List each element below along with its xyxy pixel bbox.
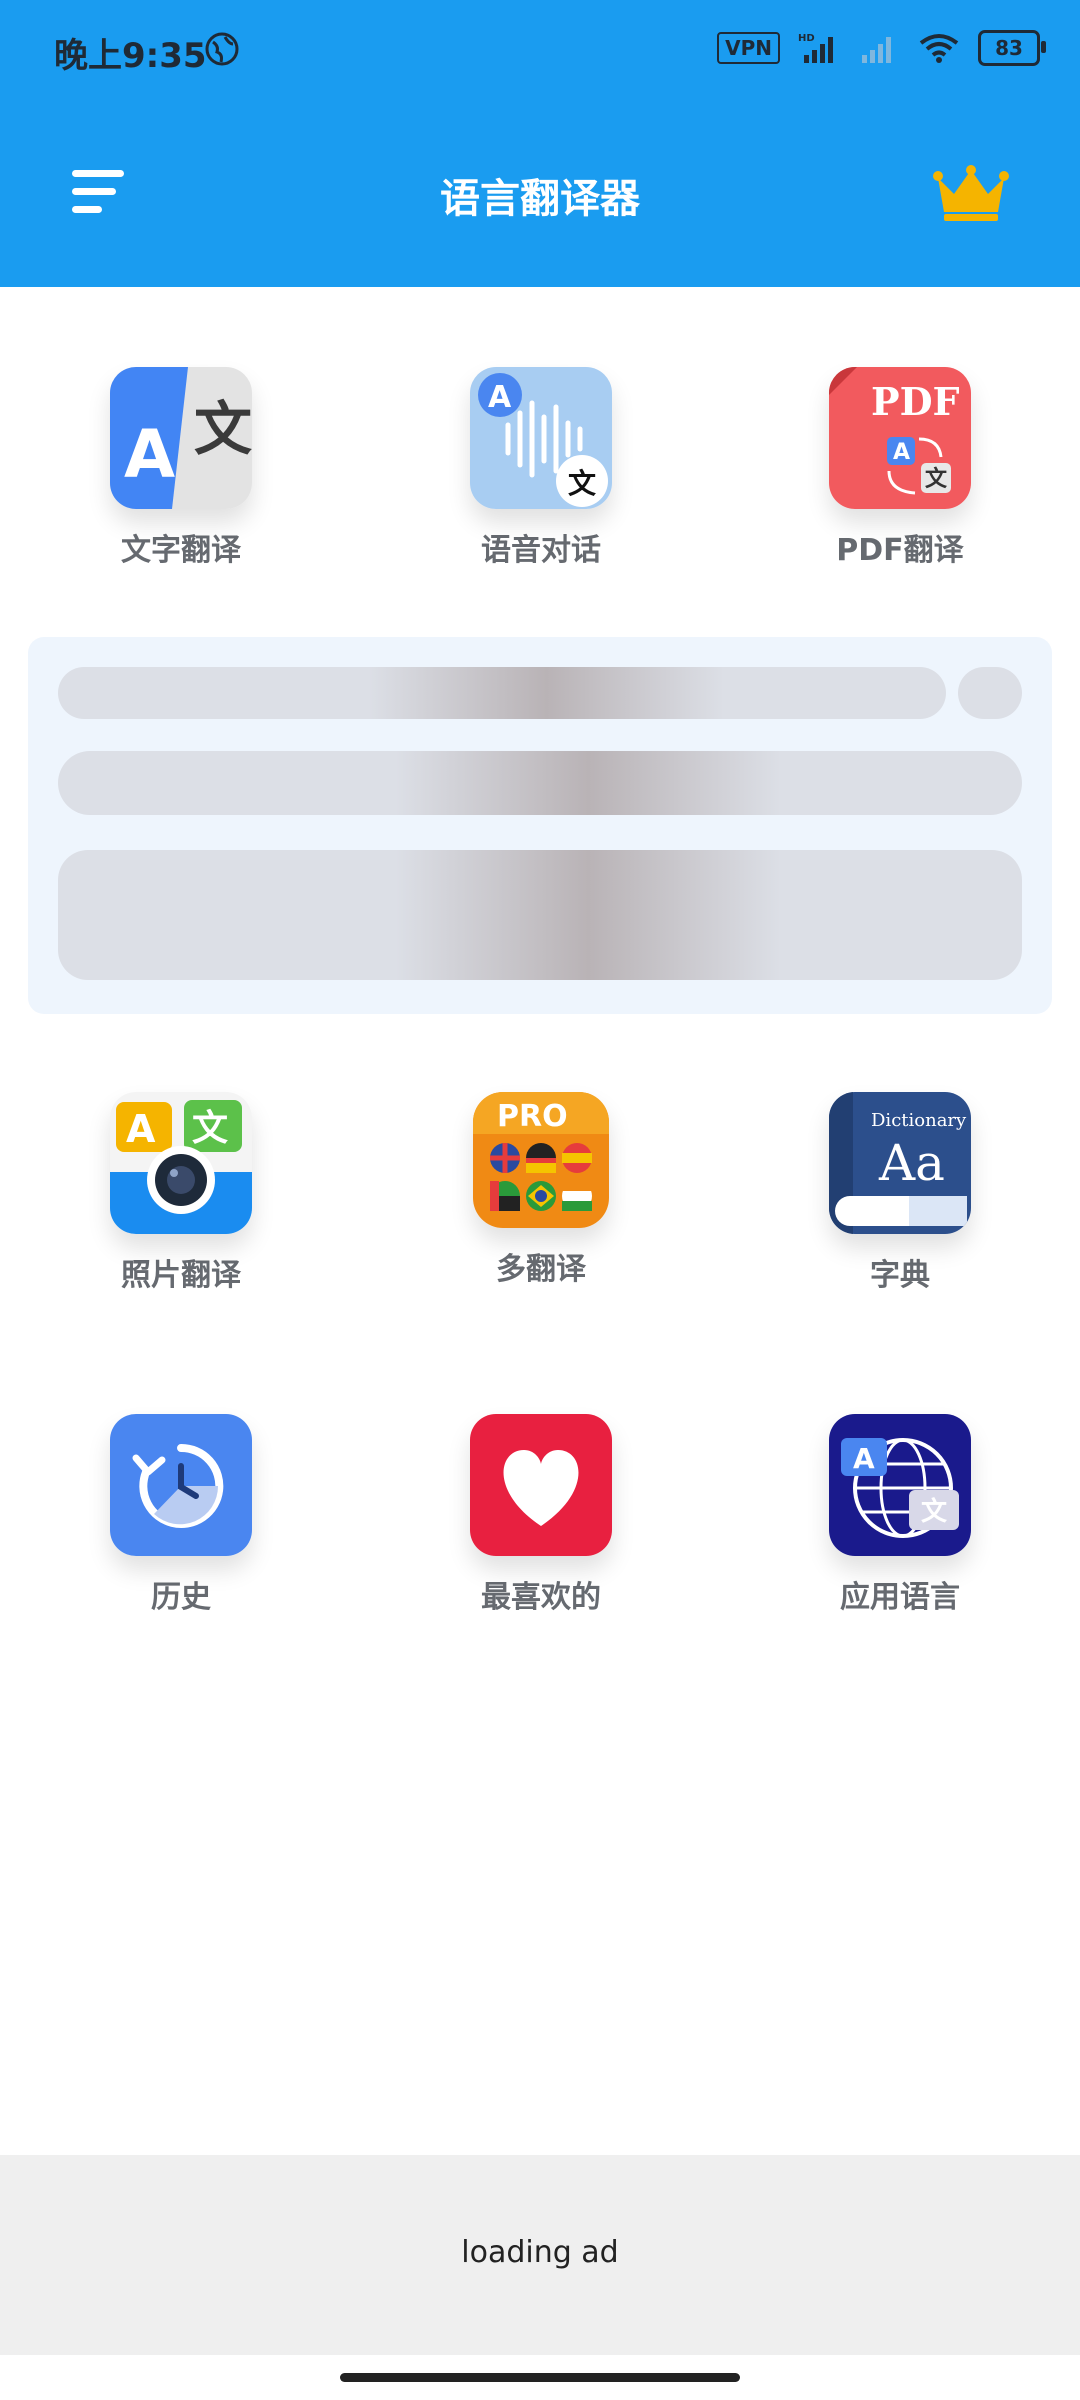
feature-photo-translate[interactable]: A 文 照片翻译 <box>61 1092 301 1294</box>
feature-multi-translate[interactable]: PRO 多翻译 <box>421 1092 661 1288</box>
icon-letter-a: A <box>124 416 175 493</box>
heart-icon <box>470 1414 612 1556</box>
feature-label: 应用语言 <box>840 1580 960 1615</box>
icon-aa-text: Aa <box>878 1134 945 1192</box>
loading-placeholder <box>28 637 1052 1014</box>
page-title: 语言翻译器 <box>440 176 640 222</box>
skeleton-block <box>58 850 1022 980</box>
vpn-badge: VPN <box>717 32 780 64</box>
icon-letter-wen: 文 <box>568 467 596 500</box>
pdf-translate-icon: PDF A 文 <box>829 367 971 509</box>
app-header: 晚上9:35 VPN HD 83 语言翻译器 <box>0 0 1080 287</box>
text-translate-icon: A 文 <box>110 367 252 509</box>
skeleton-dot <box>958 667 1022 719</box>
feature-voice-chat[interactable]: A 文 语音对话 <box>421 367 661 569</box>
crown-icon[interactable] <box>932 164 1010 222</box>
feature-label: PDF翻译 <box>836 533 964 568</box>
voice-chat-icon: A 文 <box>470 367 612 509</box>
feature-app-language[interactable]: A 文 应用语言 <box>780 1414 1020 1616</box>
icon-letter-a: A <box>488 380 512 415</box>
ad-loading-text: loading ad <box>461 2235 619 2270</box>
feature-label: 最喜欢的 <box>481 1580 601 1615</box>
icon-dictionary-word: Dictionary <box>871 1110 967 1131</box>
home-indicator[interactable] <box>340 2373 740 2382</box>
icon-letter-wen: 文 <box>194 395 252 463</box>
status-icons: VPN HD 83 <box>717 30 1046 66</box>
signal-hd-icon: HD <box>798 33 833 63</box>
feature-dictionary[interactable]: Dictionary Aa 字典 <box>780 1092 1020 1294</box>
feature-label: 字典 <box>870 1258 930 1293</box>
svg-text:HD: HD <box>798 33 815 44</box>
feature-history[interactable]: 历史 <box>61 1414 301 1616</box>
icon-pdf-text: PDF <box>871 379 960 424</box>
icon-letter-wen: 文 <box>921 1496 948 1527</box>
ad-banner[interactable]: loading ad <box>0 2155 1080 2355</box>
feature-label: 文字翻译 <box>121 533 241 568</box>
icon-letter-a: A <box>126 1107 156 1151</box>
signal-empty-icon <box>862 37 891 63</box>
wifi-icon <box>919 34 959 63</box>
icon-letter-wen: 文 <box>925 466 948 492</box>
multi-translate-icon: PRO <box>473 1092 609 1228</box>
battery-icon: 83 <box>978 30 1046 66</box>
feature-label: 多翻译 <box>496 1252 586 1287</box>
icon-pro-text: PRO <box>497 1099 568 1134</box>
feature-label: 历史 <box>151 1580 211 1615</box>
icon-letter-wen: 文 <box>192 1108 228 1149</box>
icon-letter-a: A <box>853 1442 875 1475</box>
feature-label: 语音对话 <box>481 533 601 568</box>
dictionary-icon: Dictionary Aa <box>829 1092 971 1234</box>
skeleton-bar <box>58 667 946 719</box>
feature-label: 照片翻译 <box>121 1258 241 1293</box>
feature-text-translate[interactable]: A 文 文字翻译 <box>61 367 301 569</box>
globe-language-icon: A 文 <box>829 1414 971 1556</box>
skeleton-bar <box>58 751 1022 815</box>
icon-letter-a: A <box>893 440 910 465</box>
history-icon <box>110 1414 252 1556</box>
globe-icon <box>205 32 239 66</box>
battery-level: 83 <box>995 36 1023 60</box>
feature-pdf-translate[interactable]: PDF A 文 PDF翻译 <box>780 367 1020 569</box>
status-time: 晚上9:35 <box>54 36 207 76</box>
feature-favorites[interactable]: 最喜欢的 <box>421 1414 661 1616</box>
photo-translate-icon: A 文 <box>110 1092 252 1234</box>
